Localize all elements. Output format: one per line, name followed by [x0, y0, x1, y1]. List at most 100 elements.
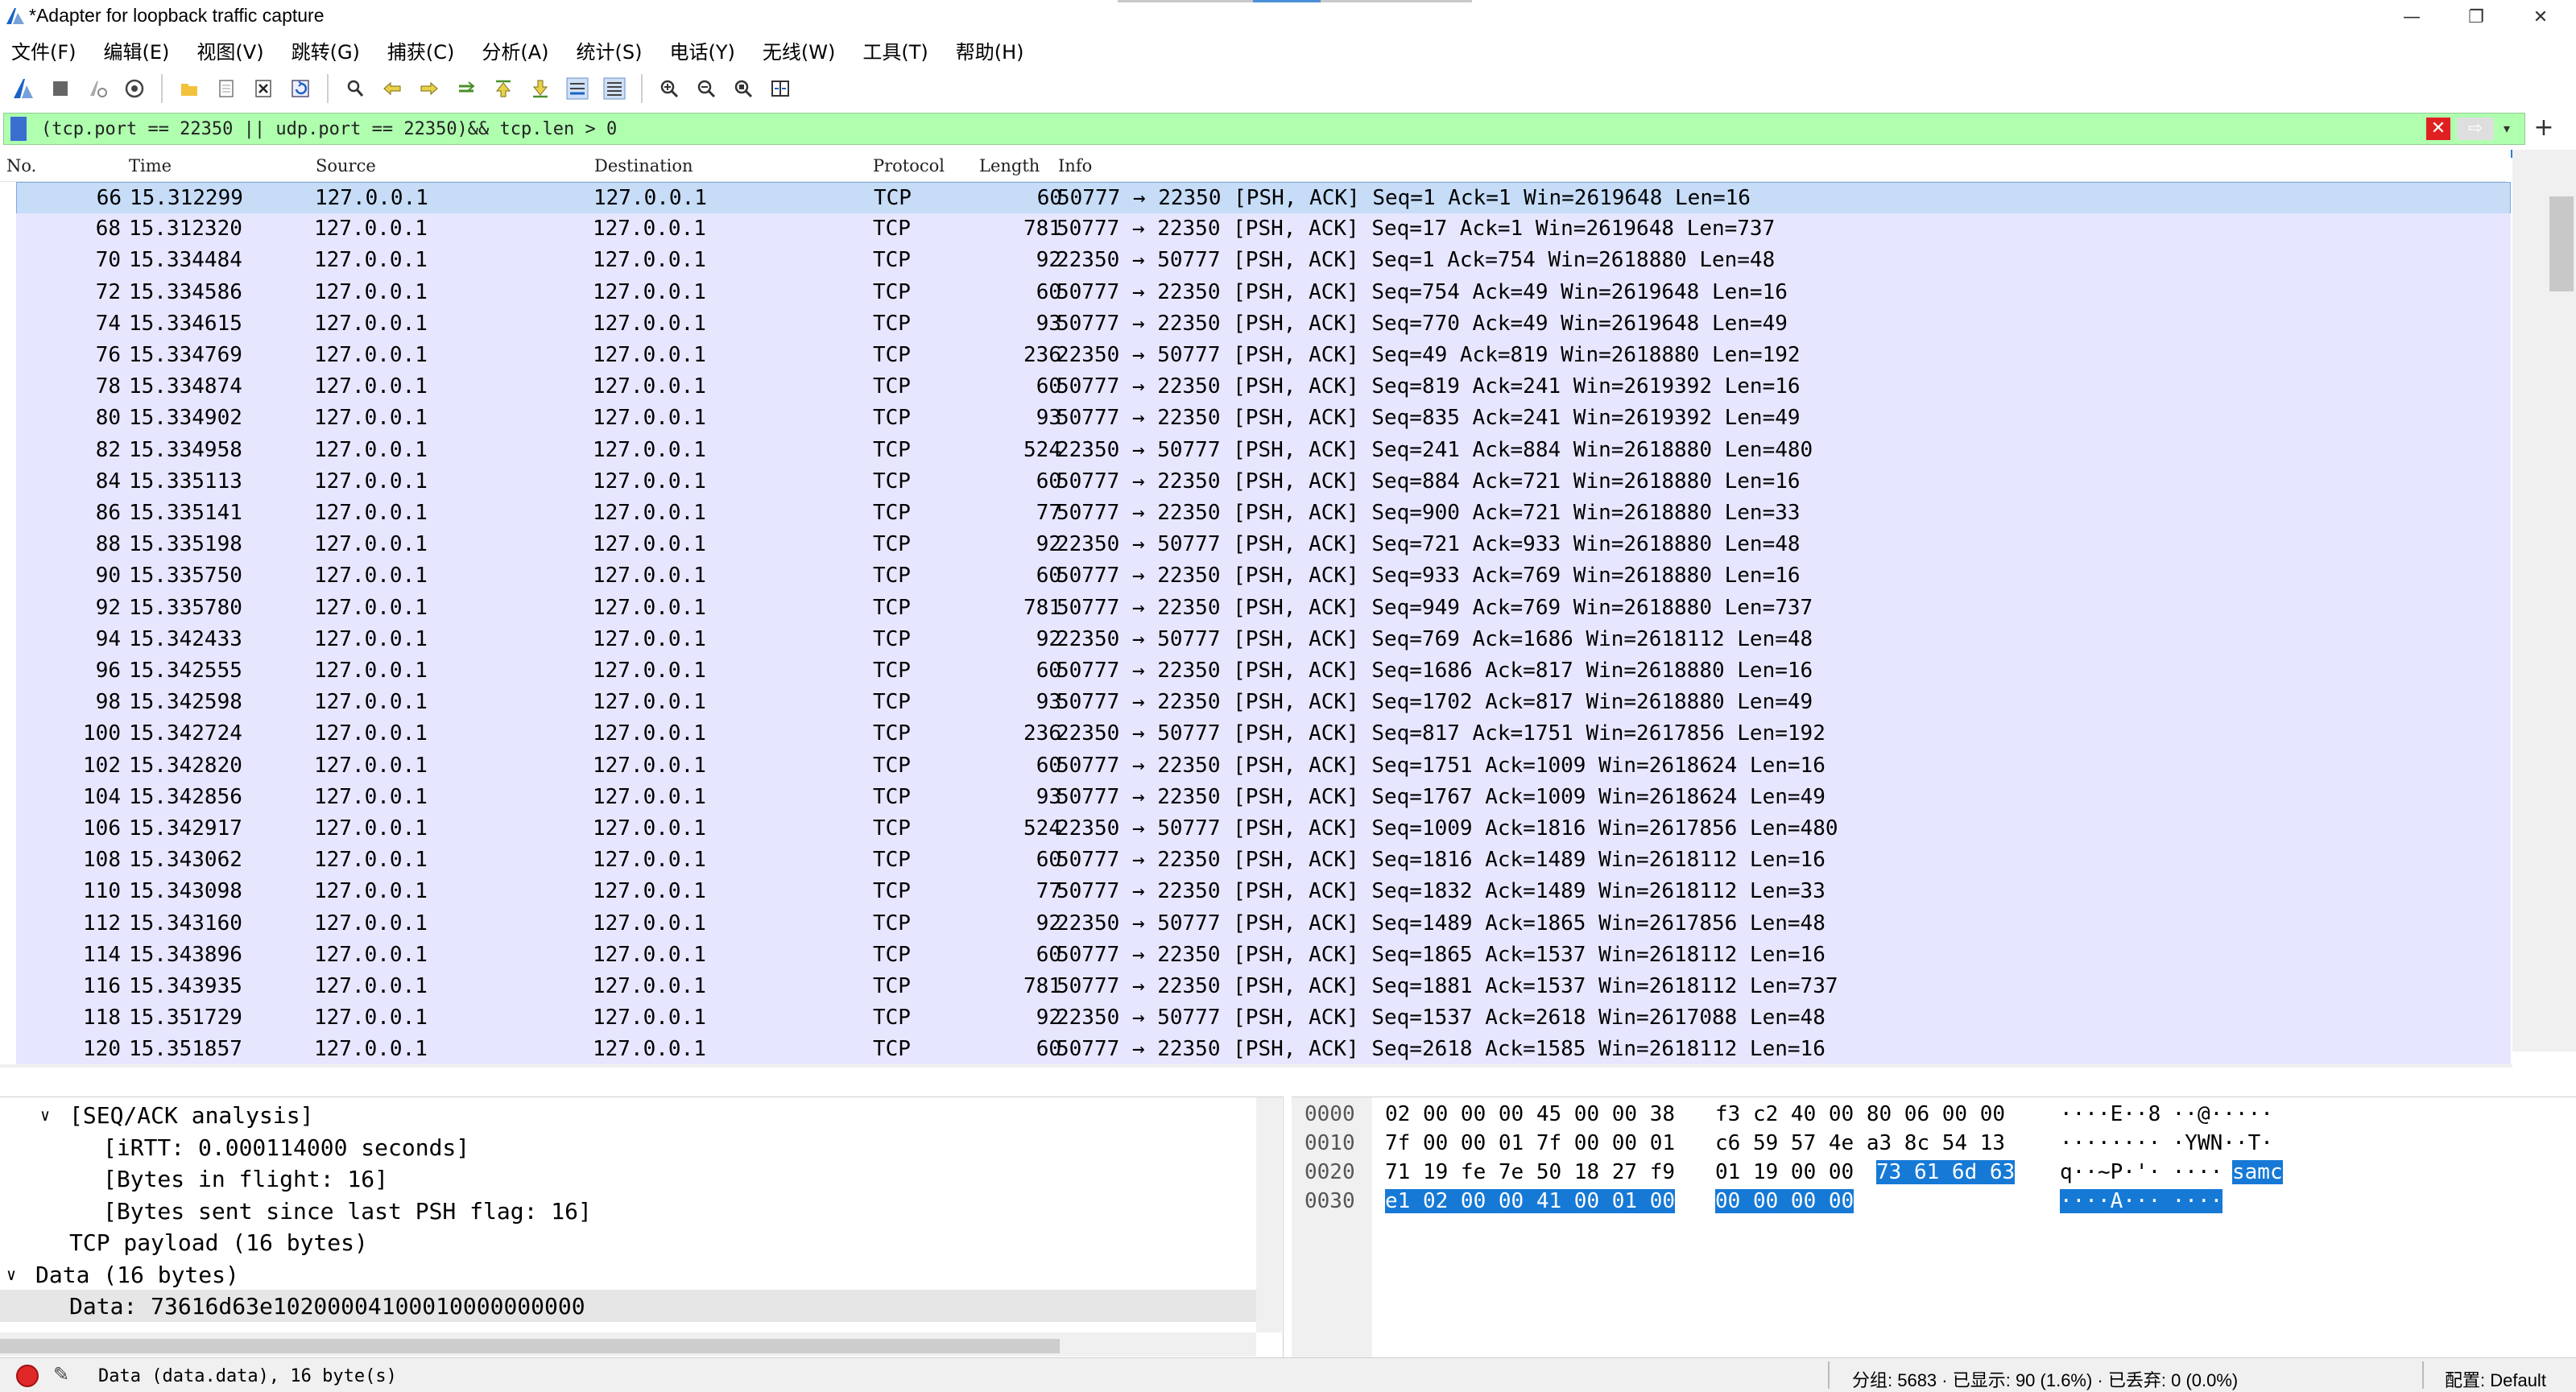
menu-go[interactable]: 跳转(G): [292, 36, 360, 64]
ascii-bytes[interactable]: ····: [2160, 1160, 2223, 1184]
ascii-bytes[interactable]: ·YWN··T·: [2160, 1131, 2273, 1155]
autoscroll-icon[interactable]: [564, 75, 591, 102]
packet-row[interactable]: 104 15.342856 127.0.0.1 127.0.0.1 TCP 93 50777…: [16, 781, 2511, 814]
expand-toggle-icon[interactable]: ∨: [6, 1265, 16, 1284]
packet-row[interactable]: 82 15.334958 127.0.0.1 127.0.0.1 TCP 524 22350…: [16, 434, 2511, 467]
filter-clear-icon[interactable]: ✕: [2426, 118, 2450, 140]
packet-row[interactable]: 92 15.335780 127.0.0.1 127.0.0.1 TCP 781 50777…: [16, 592, 2511, 625]
back-icon[interactable]: [378, 75, 406, 102]
shark-fin-start-icon[interactable]: [10, 75, 37, 102]
packet-row[interactable]: 68 15.312320 127.0.0.1 127.0.0.1 TCP 781 50777…: [16, 213, 2511, 246]
packet-row[interactable]: 94 15.342433 127.0.0.1 127.0.0.1 TCP 92 22350 …: [16, 623, 2511, 656]
hex-bytes[interactable]: 7f 00 00 01 7f 00 00 01: [1385, 1131, 1675, 1155]
filter-history-dropdown-icon[interactable]: ▾: [2504, 118, 2520, 140]
packet-row[interactable]: 100 15.342724 127.0.0.1 127.0.0.1 TCP 236 2235…: [16, 718, 2511, 751]
find-icon[interactable]: [341, 75, 369, 102]
status-profile[interactable]: 配置: Default: [2445, 1366, 2546, 1392]
last-icon[interactable]: [527, 75, 554, 102]
resize-columns-icon[interactable]: [767, 75, 794, 102]
column-header-destination[interactable]: Destination: [594, 156, 693, 176]
close-button[interactable]: ✕: [2504, 0, 2576, 34]
hex-bytes[interactable]: 71 19 fe 7e 50 18 27 f9: [1385, 1160, 1675, 1184]
hex-bytes[interactable]: e1 02 00 00 41 00 01 00: [1385, 1189, 1676, 1213]
capture-status-icon[interactable]: [16, 1365, 39, 1387]
ascii-bytes[interactable]: ····A···: [2060, 1189, 2161, 1213]
menu-tools[interactable]: 工具(T): [862, 36, 928, 64]
scrollbar-thumb[interactable]: [0, 1339, 1060, 1353]
packet-row[interactable]: 120 15.351857 127.0.0.1 127.0.0.1 TCP 60 50777…: [16, 1034, 2511, 1066]
packet-row[interactable]: 86 15.335141 127.0.0.1 127.0.0.1 TCP 77 50777 …: [16, 498, 2511, 530]
detail-tree-item[interactable]: [Bytes in flight: 16]: [0, 1163, 1256, 1195]
ascii-bytes-highlighted[interactable]: samc: [2232, 1160, 2283, 1184]
ascii-bytes[interactable]: ··@·····: [2160, 1102, 2273, 1126]
hex-bytes[interactable]: 01 19 00 00: [1715, 1160, 1867, 1184]
menu-help[interactable]: 帮助(H): [956, 36, 1024, 64]
detail-tree-item[interactable]: TCP payload (16 bytes): [0, 1226, 1256, 1258]
detail-tree-item[interactable]: ∨ Data (16 bytes): [0, 1258, 1256, 1291]
zoom-reset-icon[interactable]: [730, 75, 757, 102]
minimize-button[interactable]: —: [2375, 0, 2448, 34]
column-header-length[interactable]: Length: [979, 156, 1040, 176]
packet-row[interactable]: 74 15.334615 127.0.0.1 127.0.0.1 TCP 93 50777 …: [16, 308, 2511, 341]
hex-bytes[interactable]: 00 00 00 00: [1715, 1189, 1854, 1213]
scrollbar-thumb[interactable]: [2549, 196, 2574, 291]
packet-row[interactable]: 66 15.312299 127.0.0.1 127.0.0.1 TCP 60 50777 …: [16, 182, 2511, 214]
packet-row[interactable]: 112 15.343160 127.0.0.1 127.0.0.1 TCP 92 22350…: [16, 907, 2511, 940]
column-header-protocol[interactable]: Protocol: [873, 156, 945, 176]
stop-icon[interactable]: [47, 75, 74, 102]
packet-row[interactable]: 80 15.334902 127.0.0.1 127.0.0.1 TCP 93 50777 …: [16, 403, 2511, 436]
reload-icon[interactable]: [287, 75, 314, 102]
zoom-in-icon[interactable]: [655, 75, 683, 102]
file-icon[interactable]: [213, 75, 240, 102]
packet-row[interactable]: 110 15.343098 127.0.0.1 127.0.0.1 TCP 77 50777…: [16, 876, 2511, 909]
column-header-source[interactable]: Source: [316, 156, 376, 176]
hex-bytes[interactable]: 02 00 00 00 45 00 00 38: [1385, 1102, 1675, 1126]
menu-statistics[interactable]: 统计(S): [577, 36, 643, 64]
packet-row[interactable]: 96 15.342555 127.0.0.1 127.0.0.1 TCP 60 50777 …: [16, 655, 2511, 688]
packet-row[interactable]: 72 15.334586 127.0.0.1 127.0.0.1 TCP 60 50777 …: [16, 276, 2511, 309]
expand-toggle-icon[interactable]: ∨: [40, 1105, 50, 1125]
packet-row[interactable]: 102 15.342820 127.0.0.1 127.0.0.1 TCP 60 50777…: [16, 750, 2511, 783]
packet-row[interactable]: 76 15.334769 127.0.0.1 127.0.0.1 TCP 236 22350…: [16, 340, 2511, 372]
ascii-bytes[interactable]: ····E··8: [2060, 1102, 2160, 1126]
first-icon[interactable]: [490, 75, 517, 102]
hex-bytes[interactable]: f3 c2 40 00 80 06 00 00: [1715, 1102, 2005, 1126]
packet-row[interactable]: 84 15.335113 127.0.0.1 127.0.0.1 TCP 60 50777 …: [16, 465, 2511, 498]
packet-row[interactable]: 114 15.343896 127.0.0.1 127.0.0.1 TCP 60 50777…: [16, 939, 2511, 972]
menu-wireless[interactable]: 无线(W): [763, 36, 835, 64]
menu-analyze[interactable]: 分析(A): [482, 36, 548, 64]
details-horizontal-scrollbar[interactable]: [0, 1332, 1256, 1357]
ascii-bytes[interactable]: q··~P·'·: [2060, 1160, 2160, 1184]
menu-file[interactable]: 文件(F): [11, 36, 76, 64]
packet-row[interactable]: 106 15.342917 127.0.0.1 127.0.0.1 TCP 524 2235…: [16, 813, 2511, 845]
menu-edit[interactable]: 编辑(E): [104, 36, 170, 64]
details-vertical-scrollbar[interactable]: [1256, 1097, 1282, 1332]
forward-icon[interactable]: [416, 75, 443, 102]
filter-bookmark-icon[interactable]: [10, 117, 27, 141]
detail-tree-item[interactable]: [Bytes sent since last PSH flag: 16]: [0, 1195, 1256, 1227]
edit-comment-icon[interactable]: ✎: [53, 1363, 69, 1386]
colorize-icon[interactable]: [601, 75, 628, 102]
packet-list-vertical-scrollbar[interactable]: [2512, 150, 2576, 1051]
menu-view[interactable]: 视图(V): [196, 36, 263, 64]
restore-button[interactable]: ❐: [2440, 0, 2512, 34]
display-filter-input[interactable]: (tcp.port == 22350 || udp.port == 22350)…: [41, 119, 617, 139]
column-header-info[interactable]: Info: [1058, 156, 1092, 176]
menu-capture[interactable]: 捕获(C): [387, 36, 454, 64]
restart-icon[interactable]: [84, 75, 111, 102]
ascii-bytes[interactable]: ····: [2160, 1189, 2223, 1213]
packet-row[interactable]: 118 15.351729 127.0.0.1 127.0.0.1 TCP 92 22350…: [16, 1002, 2511, 1035]
packet-row[interactable]: 108 15.343062 127.0.0.1 127.0.0.1 TCP 60 50777…: [16, 845, 2511, 878]
menu-telephony[interactable]: 电话(Y): [670, 36, 735, 64]
filter-apply-arrow-icon[interactable]: ⇨: [2457, 118, 2494, 140]
add-filter-button-icon[interactable]: +: [2530, 113, 2557, 145]
packet-row[interactable]: 88 15.335198 127.0.0.1 127.0.0.1 TCP 92 22350 …: [16, 529, 2511, 562]
zoom-out-icon[interactable]: [693, 75, 720, 102]
detail-tree-item[interactable]: Data: 73616d63e10200004100010000000000: [0, 1290, 1256, 1322]
close-file-icon[interactable]: [250, 75, 277, 102]
packet-row[interactable]: 116 15.343935 127.0.0.1 127.0.0.1 TCP 781 5077…: [16, 971, 2511, 1003]
go-to-icon[interactable]: [453, 75, 480, 102]
options-icon[interactable]: [121, 75, 148, 102]
column-header-time[interactable]: Time: [129, 156, 172, 176]
packet-row[interactable]: 90 15.335750 127.0.0.1 127.0.0.1 TCP 60 50777 …: [16, 560, 2511, 593]
